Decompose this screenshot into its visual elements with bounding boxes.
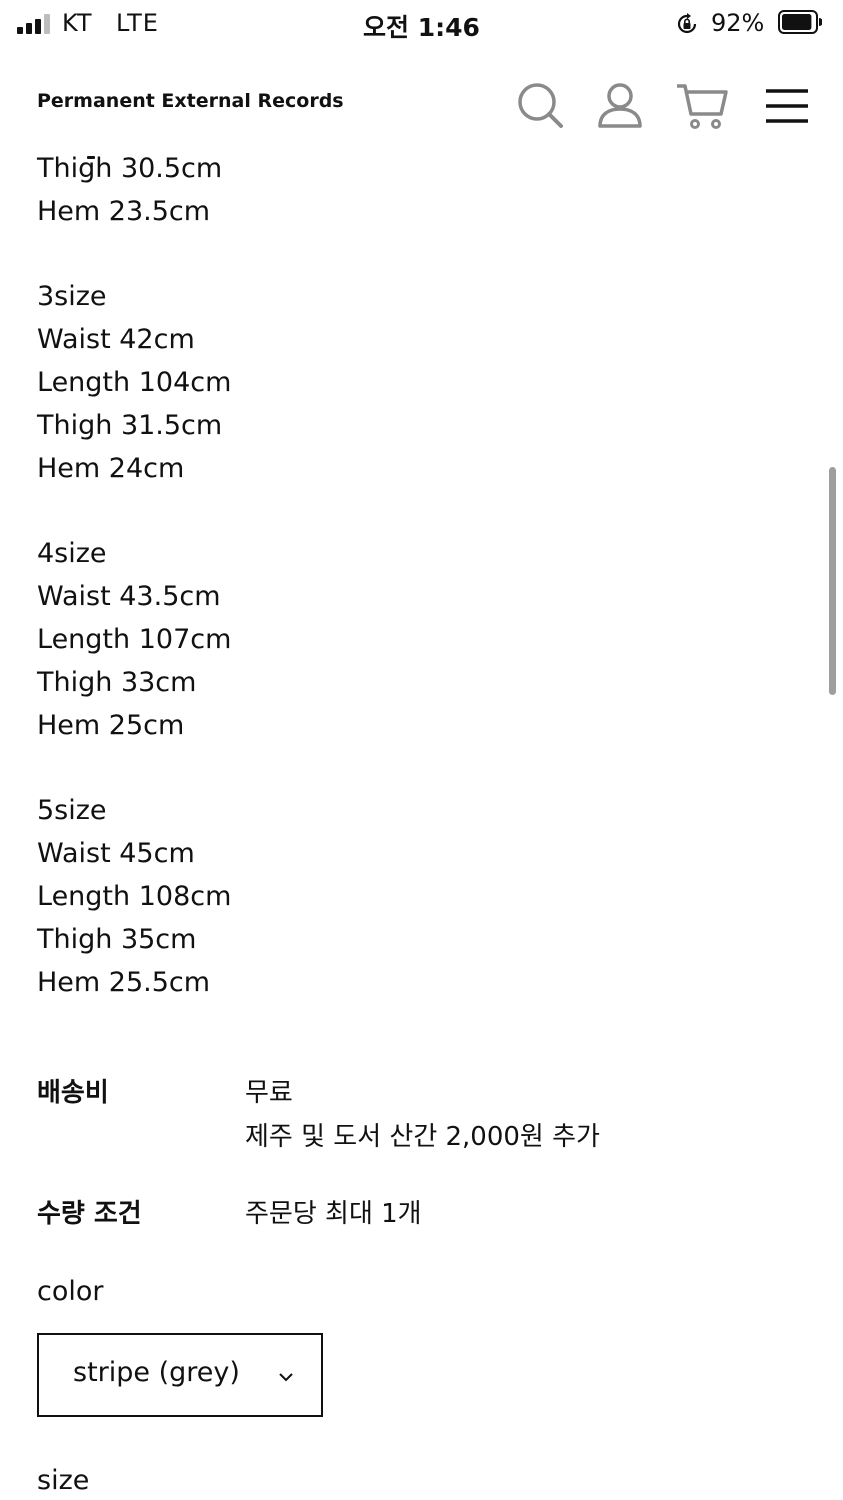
size-line: Hem 24cm	[37, 453, 185, 484]
quantity-label: 수량 조건	[37, 1199, 142, 1229]
size-line: Thigh 33cm	[37, 667, 197, 698]
size-line: Hem 25.5cm	[37, 967, 211, 998]
color-selected-value: stripe (grey)	[73, 1357, 240, 1388]
shipping-label: 배송비	[37, 1078, 109, 1108]
status-bar: KT LTE 오전 1:46 92%	[0, 0, 843, 48]
size-option-label: size	[37, 1465, 90, 1496]
cart-icon	[677, 84, 728, 129]
site-header: Permanent External Records	[0, 60, 843, 150]
orientation-lock-icon	[675, 12, 699, 36]
size-line: Thigh 30.5cm	[37, 153, 223, 184]
account-button[interactable]	[592, 78, 648, 134]
menu-icon	[766, 89, 808, 123]
shipping-note: 제주 및 도서 산간 2,000원 추가	[245, 1122, 600, 1152]
color-select[interactable]: stripe (grey)	[37, 1333, 323, 1417]
size-line: Waist 43.5cm	[37, 581, 221, 612]
size-line: Length 107cm	[37, 624, 232, 655]
brand-logo[interactable]: Permanent External Records	[37, 90, 344, 112]
size-line: Length 104cm	[37, 367, 232, 398]
scrollbar[interactable]	[829, 467, 836, 695]
battery-percent: 92%	[711, 9, 765, 37]
size-chart: Thigh 30.5cm Hem 23.5cm 3size Waist 42cm…	[37, 147, 737, 1004]
battery-icon	[778, 10, 823, 34]
search-icon	[518, 83, 563, 128]
size-title: 5size	[37, 795, 107, 826]
cart-button[interactable]	[674, 78, 730, 134]
size-line: Waist 42cm	[37, 324, 195, 355]
menu-button[interactable]	[758, 78, 814, 134]
size-line: Hem 23.5cm	[37, 196, 211, 227]
color-option-label: color	[37, 1276, 104, 1307]
quantity-value: 주문당 최대 1개	[245, 1199, 422, 1229]
shipping-value: 무료	[245, 1078, 293, 1108]
size-line: Hem 25cm	[37, 710, 185, 741]
size-line: Waist 45cm	[37, 838, 195, 869]
size-title: 3size	[37, 281, 107, 312]
chevron-down-icon	[277, 1369, 295, 1383]
size-title: 4size	[37, 538, 107, 569]
search-button[interactable]	[512, 78, 568, 134]
size-line: Length 108cm	[37, 881, 232, 912]
size-line: Thigh 31.5cm	[37, 410, 223, 441]
user-icon	[598, 83, 642, 128]
size-line: Thigh 35cm	[37, 924, 197, 955]
